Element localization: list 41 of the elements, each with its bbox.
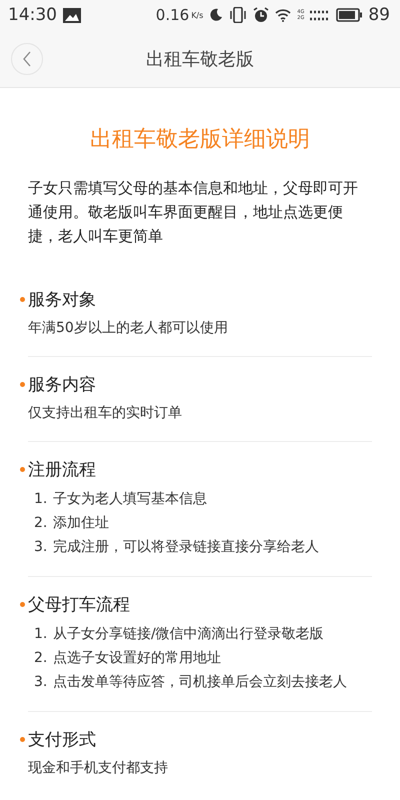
wifi-icon <box>275 8 292 22</box>
step-number: 2. <box>34 649 48 668</box>
page-title: 出租车敬老版 <box>146 48 254 70</box>
section-heading: 支付形式 <box>28 729 96 751</box>
section-heading: 父母打车流程 <box>28 594 130 616</box>
speed-unit: K/s <box>191 10 204 20</box>
network-speed: 0.16 <box>156 6 190 24</box>
alarm-icon <box>253 7 270 23</box>
section-heading: 服务内容 <box>28 374 96 396</box>
bullet-icon <box>20 297 25 302</box>
step-text: 添加住址 <box>53 514 109 533</box>
section-heading: 注册流程 <box>28 459 96 481</box>
section-text: 年满50岁以上的老人都可以使用 <box>28 319 229 338</box>
intro-paragraph: 子女只需填写父母的基本信息和地址，父母即可开通使用。敬老版叫车界面更醒目，地址点选更便捷，老人叫车更简单 <box>28 178 359 247</box>
bullet-icon <box>20 382 25 387</box>
step-text: 完成注册，可以将登录链接直接分享给老人 <box>53 538 319 557</box>
section-text: 现金和手机支付都支持 <box>28 759 169 778</box>
back-button[interactable] <box>11 43 43 75</box>
step-text: 子女为老人填写基本信息 <box>53 490 207 509</box>
bullet-icon <box>20 602 25 607</box>
bullet-icon <box>20 467 25 472</box>
back-icon <box>22 51 32 67</box>
step-number: 3. <box>34 538 48 557</box>
battery-icon <box>336 8 362 22</box>
step-text: 点击发单等待应答，司机接单后会立刻去接老人 <box>53 673 347 692</box>
status-time: 14:30 <box>8 5 57 25</box>
step-text: 从子女分享链接/微信中滴滴出行登录敬老版 <box>53 625 324 644</box>
battery-level: 89 <box>368 5 390 25</box>
step-number: 3. <box>34 673 48 692</box>
step-number: 2. <box>34 514 48 533</box>
step-number: 1. <box>34 625 48 644</box>
section-heading: 服务对象 <box>28 289 96 311</box>
bullet-icon <box>20 737 25 742</box>
step-number: 1. <box>34 490 48 509</box>
step-text: 点选子女设置好的常用地址 <box>53 649 221 668</box>
image-icon <box>63 8 81 22</box>
moon-icon <box>209 8 224 22</box>
signal-icon <box>310 9 330 21</box>
article-title: 出租车敬老版详细说明 <box>89 126 311 154</box>
vibrate-icon <box>229 7 248 23</box>
section-text: 仅支持出租车的实时订单 <box>28 404 183 423</box>
